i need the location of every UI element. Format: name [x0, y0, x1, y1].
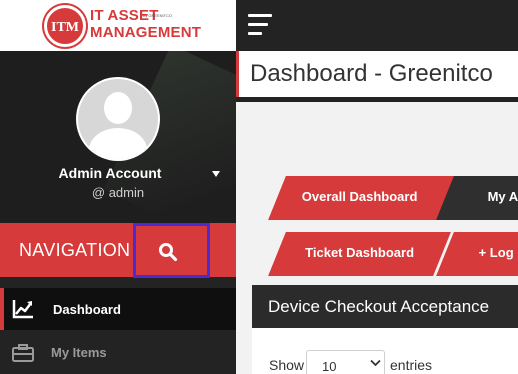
show-label: Show	[269, 357, 305, 373]
navigation-header: NAVIGATION	[0, 223, 236, 278]
tab-ticket-dashboard[interactable]: Ticket Dashboard	[268, 232, 462, 276]
avatar-placeholder-icon	[78, 79, 158, 159]
logo[interactable]: ITM IT ASSET by GREENITCO MANAGEMENT	[0, 0, 236, 51]
search-icon	[159, 243, 178, 262]
tab-label: Overall Dashboard	[301, 189, 418, 204]
entries-select-value: 10	[322, 359, 337, 374]
menu-toggle-icon[interactable]	[248, 13, 274, 37]
logo-byline: by GREENITCO	[143, 13, 173, 18]
logo-title-line2: MANAGEMENT	[90, 24, 202, 41]
active-indicator	[0, 288, 4, 330]
page-title: Dashboard - Greenitco	[250, 60, 493, 87]
line-chart-icon	[12, 300, 33, 319]
avatar[interactable]	[76, 77, 160, 161]
user-name: Admin Account	[58, 165, 162, 181]
tab-label: Ticket Dashboard	[305, 245, 415, 260]
navigation-search-button[interactable]	[133, 223, 210, 278]
device-checkout-panel: Device Checkout Acceptance Show 10 entri…	[252, 285, 518, 374]
tab-overall-dashboard[interactable]: Overall Dashboard	[268, 176, 462, 220]
top-bar	[236, 0, 518, 51]
sidebar: ITM IT ASSET by GREENITCO MANAGEMENT Adm…	[0, 0, 236, 374]
sidebar-item-label: Dashboard	[53, 302, 121, 317]
logo-badge: ITM	[44, 5, 86, 47]
panel-title: Device Checkout Acceptance	[268, 297, 490, 316]
chevron-down-icon	[370, 359, 381, 367]
user-handle: @ admin	[91, 185, 145, 200]
user-profile: Admin Account @ admin	[0, 51, 236, 223]
tab-label: + Log	[478, 245, 514, 260]
entries-per-page-select[interactable]: 10	[306, 350, 385, 374]
navigation-title: NAVIGATION	[19, 240, 131, 260]
sidebar-item-my-items[interactable]: My Items	[0, 332, 236, 374]
page-header: Dashboard - Greenitco	[236, 51, 518, 102]
logo-badge-text: ITM	[51, 20, 79, 35]
briefcase-icon	[12, 344, 34, 362]
user-menu-caret-icon[interactable]	[212, 171, 220, 177]
panel-header: Device Checkout Acceptance	[252, 285, 518, 328]
title-accent	[236, 51, 239, 97]
sidebar-item-label: My Items	[51, 345, 107, 360]
entries-label: entries	[390, 357, 433, 373]
title-divider	[236, 97, 518, 102]
sidebar-item-dashboard[interactable]: Dashboard	[0, 288, 236, 330]
tab-label: My A	[487, 189, 518, 204]
